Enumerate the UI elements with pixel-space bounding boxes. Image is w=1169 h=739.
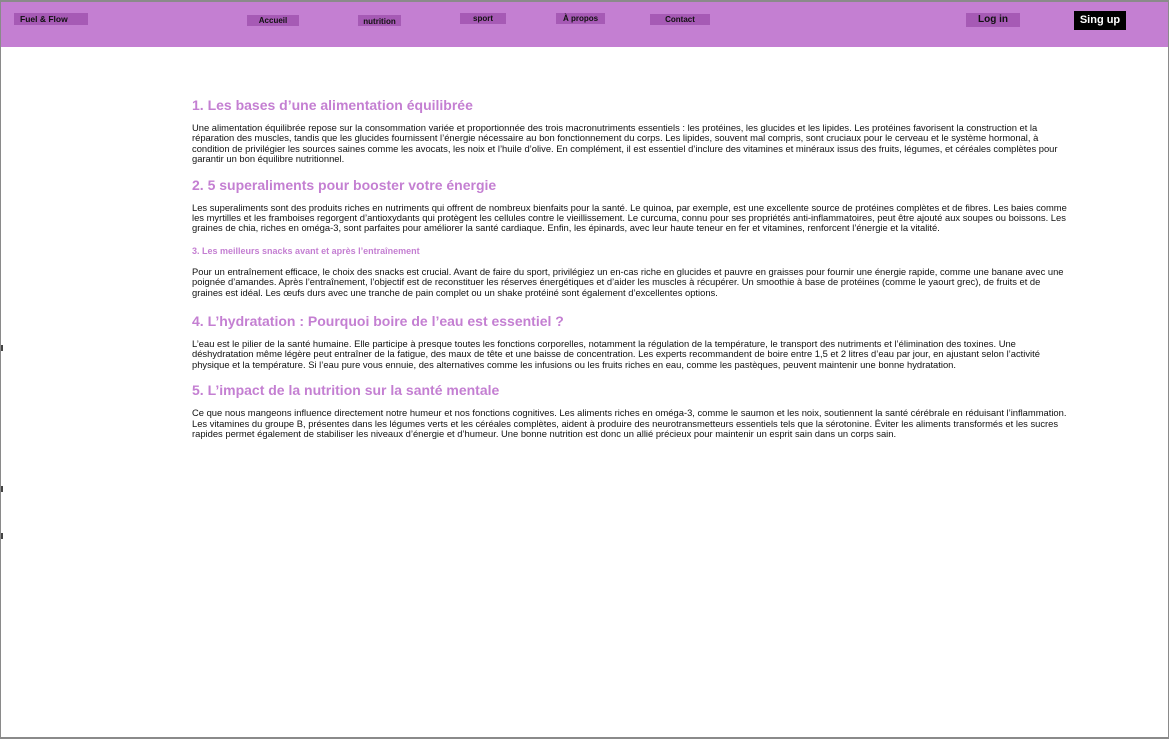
top-navbar: Fuel & Flow Accueil nutrition sport À pr… [1, 2, 1168, 47]
nav-link-nutrition[interactable]: nutrition [358, 15, 401, 26]
section-heading: 2. 5 superaliments pour booster votre én… [192, 176, 497, 193]
section-superfoods: 2. 5 superaliments pour booster votre én… [192, 176, 1072, 234]
edge-marker [1, 533, 3, 539]
section-paragraph: L’eau est le pilier de la santé humaine.… [192, 338, 1040, 370]
nav-link-sport[interactable]: sport [460, 13, 506, 24]
section-mental-health: 5. L’impact de la nutrition sur la santé… [192, 381, 1072, 439]
section-balanced-diet: 1. Les bases d’une alimentation équilibr… [192, 96, 1072, 165]
edge-marker [1, 486, 3, 492]
section-paragraph: Les superaliments sont des produits rich… [192, 201, 1067, 234]
brand-logo[interactable]: Fuel & Flow [14, 13, 88, 25]
section-paragraph: Ce que nous mangeons influence directeme… [192, 407, 1067, 440]
section-paragraph: Pour un entraînement efficace, le choix … [192, 265, 1064, 298]
login-button[interactable]: Log in [966, 13, 1020, 27]
section-hydration: 4. L’hydratation : Pourquoi boire de l’e… [192, 312, 1072, 370]
section-heading: 5. L’impact de la nutrition sur la santé… [192, 382, 500, 399]
edge-marker [1, 345, 3, 351]
section-heading: 1. Les bases d’une alimentation équilibr… [192, 97, 473, 113]
nav-link-contact[interactable]: Contact [650, 14, 710, 25]
nav-link-accueil[interactable]: Accueil [247, 15, 299, 26]
signup-button[interactable]: Sing up [1074, 11, 1126, 30]
nav-link-a-propos[interactable]: À propos [556, 13, 605, 24]
section-snacks: 3. Les meilleurs snacks avant et après l… [192, 245, 1072, 298]
article-content: 1. Les bases d’une alimentation équilibr… [192, 96, 1072, 451]
page-frame: Fuel & Flow Accueil nutrition sport À pr… [0, 0, 1169, 739]
section-heading: 3. Les meilleurs snacks avant et après l… [192, 245, 420, 256]
section-heading: 4. L’hydratation : Pourquoi boire de l’e… [192, 313, 564, 330]
section-paragraph: Une alimentation équilibrée repose sur l… [192, 122, 1058, 165]
